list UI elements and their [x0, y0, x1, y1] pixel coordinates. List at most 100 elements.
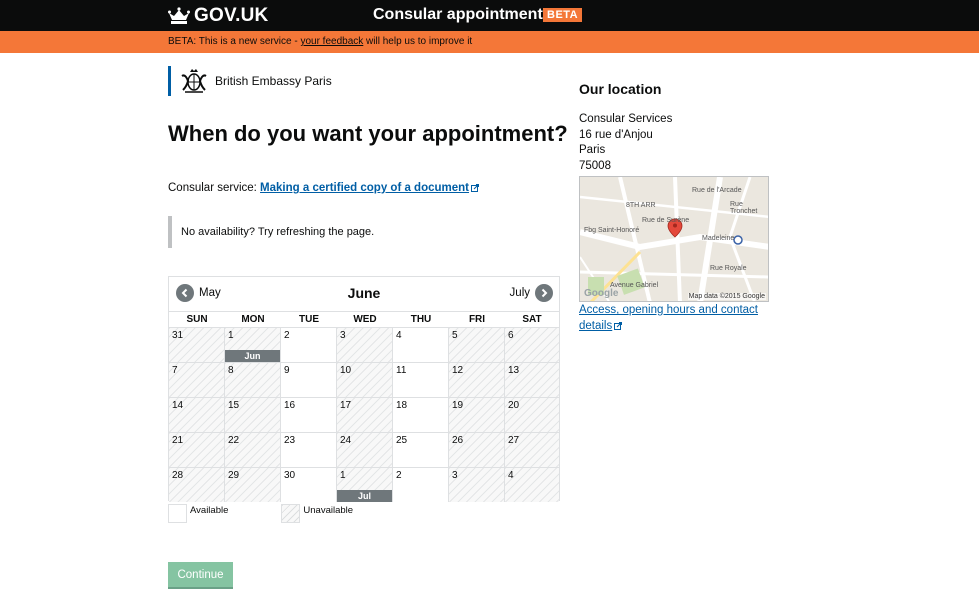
- map-label-street: Rue de l'Arcade: [692, 187, 742, 194]
- day-number: 4: [508, 470, 514, 481]
- continue-button[interactable]: Continue: [168, 562, 233, 587]
- beta-banner-suffix: will help us to improve it: [363, 36, 473, 47]
- month-start-flag: Jun: [225, 350, 280, 362]
- day-number: 7: [172, 365, 178, 376]
- day-number: 3: [452, 470, 458, 481]
- calendar-day-available[interactable]: 2: [281, 327, 337, 362]
- day-number: 1: [340, 470, 346, 481]
- calendar-day-unavailable: 14: [169, 397, 225, 432]
- day-number: 8: [228, 365, 234, 376]
- weekday-header: TUE: [299, 314, 319, 325]
- calendar-day-unavailable: 24: [337, 432, 393, 467]
- opening-hours-link[interactable]: Access, opening hours and contact detail…: [579, 303, 779, 334]
- day-number: 6: [508, 330, 514, 341]
- day-number: 5: [452, 330, 458, 341]
- calendar-day-available[interactable]: 23: [281, 432, 337, 467]
- calendar-day-unavailable: 1 Jun: [225, 327, 281, 362]
- calendar-day-unavailable: 5: [449, 327, 505, 362]
- day-number: 2: [284, 330, 290, 341]
- current-month-title: June: [347, 285, 381, 301]
- weekday-header: THU: [410, 314, 432, 325]
- calendar-grid: 31 1 Jun 2 3 4 5 6 7 8 9 10 11 12 13 14 15 16 17 18 19 20 21 22…: [169, 327, 559, 502]
- external-link-icon: [471, 184, 480, 192]
- calendar-day-unavailable: 21: [169, 432, 225, 467]
- address-line: Consular Services: [579, 113, 673, 125]
- consular-service-label: Consular service:: [168, 182, 261, 194]
- calendar-day-unavailable: 8: [225, 362, 281, 397]
- address-line: Paris: [579, 144, 606, 156]
- day-number: 19: [452, 400, 464, 411]
- address-line: 75008: [579, 159, 611, 172]
- day-number: 13: [508, 365, 520, 376]
- google-logo: Google: [584, 288, 619, 299]
- beta-banner: BETA: This is a new service - your feedb…: [0, 31, 979, 53]
- service-name-link[interactable]: Consular appointments: [373, 6, 552, 24]
- unavailable-swatch: [281, 504, 301, 523]
- day-number: 26: [452, 435, 464, 446]
- govuk-logo-text: GOV.UK: [194, 5, 269, 26]
- day-number: 27: [508, 435, 520, 446]
- beta-banner-text: BETA: This is a new service - your feedb…: [168, 36, 472, 47]
- day-number: 3: [340, 330, 346, 341]
- feedback-link[interactable]: your feedback: [300, 36, 363, 47]
- weekday-header: SUN: [186, 314, 208, 325]
- calendar-day-unavailable: 17: [337, 397, 393, 432]
- location-map[interactable]: 8TH ARR Madeleine Rue de Surène Rue de l…: [579, 176, 769, 302]
- day-number: 21: [172, 435, 184, 446]
- calendar-day-unavailable: 22: [225, 432, 281, 467]
- next-month-label: July: [509, 287, 530, 299]
- day-number: 24: [340, 435, 352, 446]
- calendar-day-unavailable: 1 Jul: [337, 467, 393, 502]
- next-month-button[interactable]: July: [505, 284, 553, 302]
- chevron-right-icon: [535, 284, 553, 302]
- govuk-logo-link[interactable]: GOV.UK: [168, 5, 268, 27]
- map-label-street: Rue de Surène: [642, 217, 690, 224]
- calendar-day-unavailable: 27: [505, 432, 559, 467]
- calendar-day-available[interactable]: 30: [281, 467, 337, 502]
- calendar-day-available[interactable]: 11: [393, 362, 449, 397]
- day-number: 11: [396, 365, 407, 376]
- calendar-day-unavailable: 7: [169, 362, 225, 397]
- calendar-day-available[interactable]: 16: [281, 397, 337, 432]
- day-number: 28: [172, 470, 184, 481]
- availability-notice-text: No availability? Try refreshing the page…: [181, 226, 375, 238]
- day-number: 30: [284, 470, 296, 481]
- legend-available: Available: [168, 504, 228, 523]
- map-label-street: Fbg Saint-Honoré: [584, 227, 640, 234]
- organisation-name: British Embassy Paris: [215, 74, 332, 88]
- day-number: 29: [228, 470, 240, 481]
- month-start-flag: Jul: [337, 490, 392, 502]
- calendar-day-unavailable: 13: [505, 362, 559, 397]
- day-number: 25: [396, 435, 408, 446]
- day-number: 23: [284, 435, 296, 446]
- calendar-header: May June July: [169, 277, 559, 311]
- weekday-header: WED: [353, 314, 377, 325]
- page-title: When do you want your appointment?: [168, 121, 568, 146]
- weekday-header: MON: [241, 314, 265, 325]
- calendar-legend: Available Unavailable: [168, 504, 363, 523]
- calendar-day-unavailable: 3: [337, 327, 393, 362]
- map-label-arrondissement: 8TH ARR: [626, 202, 656, 209]
- map-label-street: Rue Royale: [710, 265, 747, 272]
- calendar-day-available[interactable]: 4: [393, 327, 449, 362]
- calendar-day-unavailable: 4: [505, 467, 559, 502]
- external-link-icon: [614, 321, 623, 330]
- day-number: 20: [508, 400, 520, 411]
- calendar-day-available[interactable]: 18: [393, 397, 449, 432]
- day-number: 22: [228, 435, 240, 446]
- organisation-logo: British Embassy Paris: [168, 66, 332, 96]
- consular-service-line: Consular service: Making a certified cop…: [168, 182, 480, 194]
- map-graphic: [580, 177, 768, 301]
- legend-unavailable-label: Unavailable: [303, 505, 354, 516]
- embassy-address: Consular Services 16 rue d'Anjou Paris 7…: [579, 112, 672, 174]
- consular-service-link[interactable]: Making a certified copy of a document: [260, 182, 469, 194]
- day-number: 2: [396, 470, 402, 481]
- calendar-day-available[interactable]: 9: [281, 362, 337, 397]
- calendar-day-available[interactable]: 2: [393, 467, 449, 502]
- calendar-day-unavailable: 19: [449, 397, 505, 432]
- appointment-calendar: May June July SUN MON TUE WED THU FRI SA…: [168, 276, 560, 502]
- beta-banner-prefix: BETA: This is a new service -: [168, 36, 301, 47]
- calendar-day-available[interactable]: 25: [393, 432, 449, 467]
- weekday-header-row: SUN MON TUE WED THU FRI SAT: [169, 311, 559, 327]
- day-number: 9: [284, 365, 290, 376]
